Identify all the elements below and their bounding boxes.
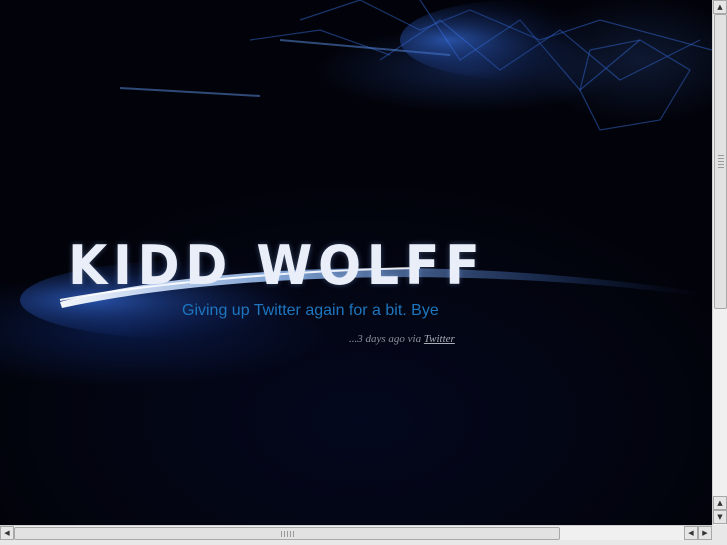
site-logo[interactable]: KIDD WOLFF	[68, 236, 485, 296]
tweet-meta: ...3 days ago via Twitter	[349, 333, 455, 345]
window-bottom-edge	[0, 540, 712, 545]
vertical-scrollbar[interactable]: ▲ ▲ ▼	[712, 0, 727, 525]
scroll-up-button[interactable]: ▲	[713, 0, 727, 14]
grip-icon	[281, 531, 295, 537]
arrow-up-icon: ▲	[717, 499, 723, 507]
arrow-left-icon: ◀	[4, 529, 10, 537]
twitter-source-link[interactable]: Twitter	[424, 333, 455, 345]
grip-icon	[718, 155, 724, 169]
arrow-up-icon: ▲	[717, 3, 723, 11]
scroll-up-button-lower[interactable]: ▲	[713, 496, 727, 510]
latest-tweet-text: Giving up Twitter again for a bit. Bye	[182, 302, 439, 319]
scroll-left-button[interactable]: ◀	[0, 526, 14, 540]
scroll-left-button-lower[interactable]: ◀	[684, 526, 698, 540]
tweet-timestamp: ...3 days ago via	[349, 333, 424, 345]
horizontal-scrollbar[interactable]: ◀ ◀ ▶	[0, 525, 712, 540]
page-viewport: KIDD WOLFF Giving up Twitter again for a…	[0, 0, 712, 525]
scrollbar-corner	[712, 525, 727, 545]
arrow-right-icon: ▶	[702, 529, 708, 537]
scroll-down-button[interactable]: ▼	[713, 510, 727, 524]
scroll-right-button[interactable]: ▶	[698, 526, 712, 540]
vertical-scroll-thumb[interactable]	[714, 14, 727, 309]
horizontal-scroll-thumb[interactable]	[14, 527, 560, 540]
arrow-down-icon: ▼	[717, 513, 723, 521]
arrow-left-icon: ◀	[688, 529, 694, 537]
